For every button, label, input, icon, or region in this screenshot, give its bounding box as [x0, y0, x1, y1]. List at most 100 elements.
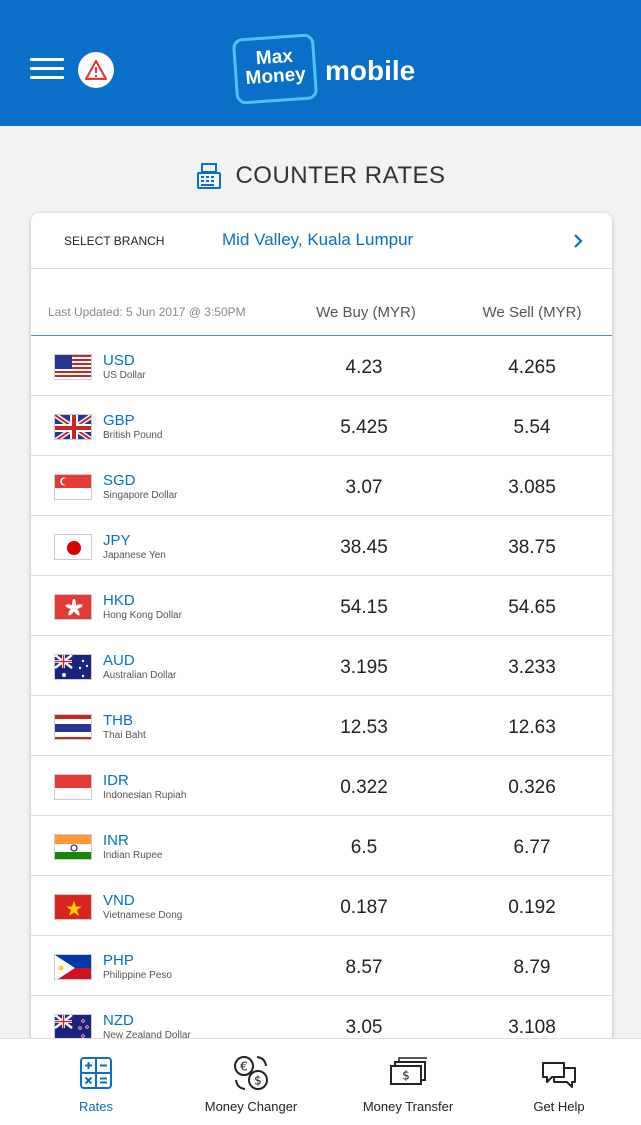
currency-name: Vietnamese Dong: [103, 910, 183, 921]
nav-money-transfer[interactable]: $ Money Transfer: [328, 1039, 488, 1125]
branch-value[interactable]: Mid Valley, Kuala Lumpur: [222, 230, 413, 250]
currency-code: IDR: [103, 772, 129, 789]
branch-selector[interactable]: SELECT BRANCH Mid Valley, Kuala Lumpur: [31, 213, 612, 269]
buy-rate: 3.07: [345, 477, 383, 498]
logo-mobile-text: mobile: [325, 55, 416, 86]
buy-rate: 4.23: [345, 357, 383, 378]
buy-rate: 5.425: [340, 417, 388, 438]
table-row[interactable]: AUD Australian Dollar 3.195 3.233: [31, 636, 612, 696]
buy-rate: 0.322: [340, 777, 388, 798]
hamburger-menu-icon[interactable]: [30, 58, 64, 82]
au-flag: [54, 654, 92, 680]
nz-flag: [54, 1014, 92, 1040]
col-header-buy: We Buy (MYR): [316, 304, 416, 321]
currency-code: PHP: [103, 952, 134, 969]
id-flag: [54, 774, 92, 800]
jp-flag: [54, 534, 92, 560]
currency-name: Hong Kong Dollar: [103, 610, 182, 621]
currency-code: HKD: [103, 592, 135, 609]
col-header-sell: We Sell (MYR): [482, 304, 582, 321]
table-row[interactable]: INR Indian Rupee 6.5 6.77: [31, 816, 612, 876]
buy-rate: 3.05: [345, 1017, 383, 1038]
table-row[interactable]: IDR Indonesian Rupiah 0.322 0.326: [31, 756, 612, 816]
sell-rate: 12.63: [508, 717, 556, 738]
rates-card: SELECT BRANCH Mid Valley, Kuala Lumpur L…: [31, 213, 612, 1043]
table-row[interactable]: VND Vietnamese Dong 0.187 0.192: [31, 876, 612, 936]
currency-code: NZD: [103, 1012, 134, 1029]
currency-code: THB: [103, 712, 133, 729]
sell-rate: 38.75: [508, 537, 556, 558]
us-flag: [54, 354, 92, 380]
rates-list: USD US Dollar 4.23 4.265 GBP British Pou…: [31, 336, 612, 1043]
table-row[interactable]: GBP British Pound 5.425 5.54: [31, 396, 612, 456]
currency-name: Japanese Yen: [103, 550, 166, 561]
money-transfer-icon: $: [390, 1057, 427, 1085]
sell-rate: 3.233: [508, 657, 556, 678]
table-row[interactable]: THB Thai Baht 12.53 12.63: [31, 696, 612, 756]
currency-code: JPY: [103, 532, 131, 549]
currency-name: Australian Dollar: [103, 670, 177, 681]
buy-rate: 8.57: [345, 957, 383, 978]
in-flag: [54, 834, 92, 860]
sell-rate: 4.265: [508, 357, 556, 378]
nav-money-changer[interactable]: € $ Money Changer: [171, 1039, 331, 1125]
sell-rate: 0.326: [508, 777, 556, 798]
branch-label: SELECT BRANCH: [64, 234, 165, 248]
table-row[interactable]: PHP Philippine Peso 8.57 8.79: [31, 936, 612, 996]
hk-flag: [54, 594, 92, 620]
svg-text:$: $: [402, 1069, 410, 1083]
currency-name: Indian Rupee: [103, 850, 163, 861]
table-row[interactable]: JPY Japanese Yen 38.45 38.75: [31, 516, 612, 576]
bottom-nav: Rates € $ Money Changer $ Money Transfer …: [0, 1038, 641, 1125]
ph-flag: [54, 954, 92, 980]
alert-icon[interactable]: [78, 52, 114, 88]
svg-text:€: €: [240, 1060, 248, 1074]
uk-flag: [54, 414, 92, 440]
table-row[interactable]: SGD Singapore Dollar 3.07 3.085: [31, 456, 612, 516]
buy-rate: 54.15: [340, 597, 388, 618]
nav-get-help[interactable]: Get Help: [479, 1039, 639, 1125]
page-title: COUNTER RATES: [0, 158, 641, 194]
sell-rate: 8.79: [513, 957, 551, 978]
currency-name: Thai Baht: [103, 730, 146, 741]
chat-bubbles-icon: [542, 1062, 576, 1088]
nav-rates[interactable]: Rates: [16, 1039, 176, 1125]
currency-code: GBP: [103, 412, 135, 429]
buy-rate: 3.195: [340, 657, 388, 678]
calculator-icon: [80, 1057, 112, 1089]
sell-rate: 3.085: [508, 477, 556, 498]
currency-code: AUD: [103, 652, 135, 669]
max-money-logo: Max Money: [231, 33, 319, 105]
table-row[interactable]: USD US Dollar 4.23 4.265: [31, 336, 612, 396]
svg-text:$: $: [254, 1074, 262, 1088]
vn-flag: [54, 894, 92, 920]
sell-rate: 6.77: [513, 837, 551, 858]
currency-code: VND: [103, 892, 135, 909]
chevron-right-icon[interactable]: [571, 233, 585, 249]
sell-rate: 0.192: [508, 897, 556, 918]
table-row[interactable]: NZD New Zealand Dollar 3.05 3.108: [31, 996, 612, 1043]
counter-register-icon: [197, 163, 222, 189]
sell-rate: 5.54: [513, 417, 551, 438]
last-updated: Last Updated: 5 Jun 2017 @ 3:50PM: [48, 305, 246, 319]
sell-rate: 3.108: [508, 1017, 556, 1038]
currency-code: INR: [103, 832, 129, 849]
currency-code: USD: [103, 352, 135, 369]
sell-rate: 54.65: [508, 597, 556, 618]
currency-name: British Pound: [103, 430, 163, 441]
currency-exchange-icon: €$: [234, 1056, 268, 1090]
table-row[interactable]: HKD Hong Kong Dollar 54.15 54.65: [31, 576, 612, 636]
buy-rate: 0.187: [340, 897, 388, 918]
buy-rate: 6.5: [350, 837, 378, 858]
app-header: Max Money mobile: [0, 0, 641, 126]
th-flag: [54, 714, 92, 740]
buy-rate: 12.53: [340, 717, 388, 738]
sg-flag: [54, 474, 92, 500]
buy-rate: 38.45: [340, 537, 388, 558]
currency-name: Indonesian Rupiah: [103, 790, 187, 801]
currency-code: SGD: [103, 472, 136, 489]
currency-name: Singapore Dollar: [103, 490, 178, 501]
table-header: Last Updated: 5 Jun 2017 @ 3:50PM We Buy…: [31, 299, 612, 336]
currency-name: US Dollar: [103, 370, 146, 381]
currency-name: Philippine Peso: [103, 970, 172, 981]
